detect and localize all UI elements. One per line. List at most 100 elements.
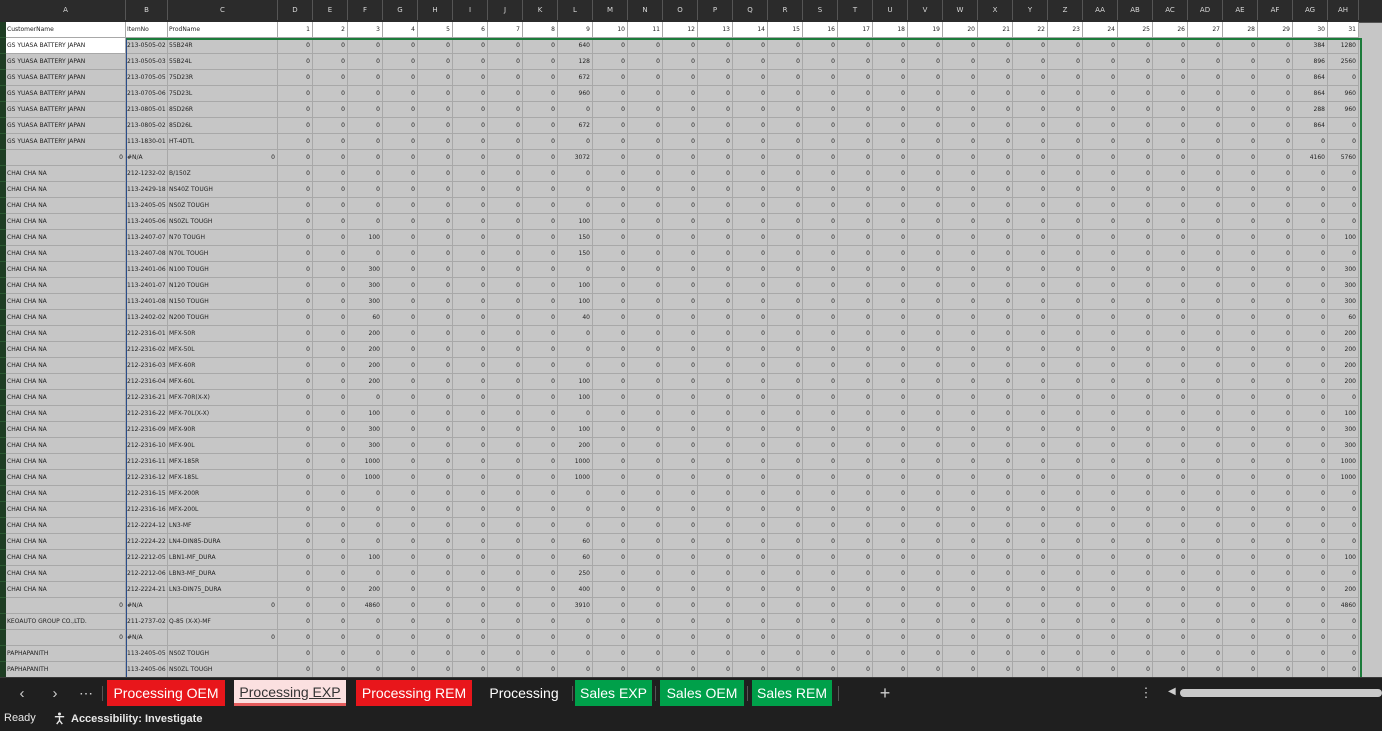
table-cell[interactable]: CHAI CHA NA <box>6 454 126 470</box>
column-header-Q[interactable]: Q <box>733 0 768 20</box>
table-cell[interactable]: 1000 <box>558 454 593 470</box>
table-cell[interactable]: 0 <box>418 454 453 470</box>
table-cell[interactable]: 0 <box>838 38 873 54</box>
table-cell[interactable]: 0 <box>978 374 1013 390</box>
spreadsheet[interactable]: A B C D E F G H I J K L M N O P Q R S T U V W X Y Z AA AB AC AD AE AF AG… <box>0 0 1382 677</box>
table-cell[interactable]: 0 <box>873 214 908 230</box>
table-cell[interactable]: LBN3-MF_DURA <box>168 566 278 582</box>
table-cell[interactable]: 0 <box>768 86 803 102</box>
table-cell[interactable]: 0 <box>1258 262 1293 278</box>
table-cell[interactable]: 0 <box>943 294 978 310</box>
table-cell[interactable]: 0 <box>978 518 1013 534</box>
table-cell[interactable]: 0 <box>1258 310 1293 326</box>
table-cell[interactable]: 212-2316-09 <box>126 422 168 438</box>
table-cell[interactable]: MFX-50R <box>168 326 278 342</box>
table-cell[interactable]: 0 <box>1188 246 1223 262</box>
table-cell[interactable]: 60 <box>558 534 593 550</box>
table-cell[interactable]: CHAI CHA NA <box>6 358 126 374</box>
table-cell[interactable]: 0 <box>453 278 488 294</box>
header-cell[interactable]: 30 <box>1293 22 1328 38</box>
table-cell[interactable]: 0 <box>733 406 768 422</box>
table-cell[interactable]: 0 <box>628 534 663 550</box>
table-cell[interactable]: 0 <box>1223 438 1258 454</box>
table-cell[interactable]: 0 <box>523 566 558 582</box>
table-cell[interactable]: 0 <box>1118 454 1153 470</box>
table-cell[interactable]: 0 <box>523 342 558 358</box>
table-cell[interactable]: 0 <box>1293 598 1328 614</box>
table-cell[interactable]: 0 <box>1328 118 1359 134</box>
table-cell[interactable]: 0 <box>943 518 978 534</box>
table-cell[interactable]: 0 <box>313 150 348 166</box>
table-cell[interactable]: 0 <box>558 326 593 342</box>
table-cell[interactable]: 0 <box>383 614 418 630</box>
table-cell[interactable]: 0 <box>873 486 908 502</box>
table-cell[interactable]: 0 <box>733 38 768 54</box>
table-cell[interactable]: 0 <box>453 358 488 374</box>
more-sheets-button[interactable]: ⋯ <box>74 683 98 703</box>
table-cell[interactable]: 0 <box>523 166 558 182</box>
sheet-tab-processing-exp[interactable]: Processing EXP <box>234 680 346 706</box>
table-cell[interactable]: 0 <box>873 182 908 198</box>
table-cell[interactable]: 0 <box>488 214 523 230</box>
header-cell[interactable]: 13 <box>698 22 733 38</box>
table-cell[interactable]: 0 <box>488 598 523 614</box>
table-cell[interactable]: 0 <box>1293 182 1328 198</box>
table-cell[interactable]: GS YUASA BATTERY JAPAN <box>6 118 126 134</box>
table-cell[interactable]: 0 <box>453 374 488 390</box>
table-cell[interactable]: 0 <box>978 150 1013 166</box>
table-cell[interactable]: 0 <box>278 198 313 214</box>
table-cell[interactable]: 0 <box>978 646 1013 662</box>
table-cell[interactable]: 0 <box>698 166 733 182</box>
table-cell[interactable]: 0 <box>1153 550 1188 566</box>
table-cell[interactable]: 0 <box>663 486 698 502</box>
table-cell[interactable]: 0 <box>1118 374 1153 390</box>
table-cell[interactable]: 0 <box>768 438 803 454</box>
table-cell[interactable]: 0 <box>1258 502 1293 518</box>
table-cell[interactable]: 0 <box>488 134 523 150</box>
table-cell[interactable]: 0 <box>348 662 383 677</box>
table-cell[interactable]: 0 <box>1083 486 1118 502</box>
table-cell[interactable]: 0 <box>348 246 383 262</box>
table-cell[interactable]: 0 <box>1223 326 1258 342</box>
table-cell[interactable]: 0 <box>838 566 873 582</box>
table-cell[interactable]: 0 <box>873 550 908 566</box>
table-cell[interactable]: 0 <box>803 390 838 406</box>
table-cell[interactable]: 0 <box>453 422 488 438</box>
table-cell[interactable]: 0 <box>978 358 1013 374</box>
table-cell[interactable]: 0 <box>1188 614 1223 630</box>
table-cell[interactable]: 0 <box>1118 166 1153 182</box>
table-cell[interactable]: 0 <box>838 230 873 246</box>
table-cell[interactable]: 0 <box>453 502 488 518</box>
table-cell[interactable]: 0 <box>1118 150 1153 166</box>
table-cell[interactable]: 0 <box>803 246 838 262</box>
table-cell[interactable]: 0 <box>313 486 348 502</box>
table-cell[interactable]: 4860 <box>348 598 383 614</box>
table-cell[interactable]: 0 <box>873 118 908 134</box>
table-cell[interactable]: 0 <box>453 550 488 566</box>
table-cell[interactable]: 0 <box>593 582 628 598</box>
table-cell[interactable]: 0 <box>6 630 126 646</box>
table-cell[interactable]: PAPHAPANITH <box>6 646 126 662</box>
table-cell[interactable]: 0 <box>733 246 768 262</box>
table-cell[interactable]: 0 <box>313 550 348 566</box>
table-cell[interactable]: 0 <box>1118 470 1153 486</box>
table-cell[interactable]: 0 <box>838 198 873 214</box>
table-cell[interactable]: 212-2316-12 <box>126 470 168 486</box>
table-cell[interactable]: 0 <box>488 230 523 246</box>
column-header-E[interactable]: E <box>313 0 348 20</box>
table-cell[interactable]: 0 <box>348 566 383 582</box>
table-cell[interactable]: 0 <box>1048 582 1083 598</box>
table-cell[interactable]: 0 <box>768 182 803 198</box>
table-cell[interactable]: 0 <box>453 406 488 422</box>
table-cell[interactable]: 0 <box>1118 134 1153 150</box>
table-cell[interactable]: 0 <box>1048 598 1083 614</box>
table-cell[interactable]: 0 <box>1328 182 1359 198</box>
table-cell[interactable]: 0 <box>593 598 628 614</box>
table-cell[interactable]: 0 <box>383 246 418 262</box>
table-cell[interactable]: 0 <box>1048 230 1083 246</box>
table-cell[interactable]: 0 <box>488 630 523 646</box>
table-cell[interactable]: 0 <box>278 358 313 374</box>
table-cell[interactable]: 0 <box>733 86 768 102</box>
header-cell[interactable]: 16 <box>803 22 838 38</box>
table-cell[interactable]: 0 <box>733 342 768 358</box>
